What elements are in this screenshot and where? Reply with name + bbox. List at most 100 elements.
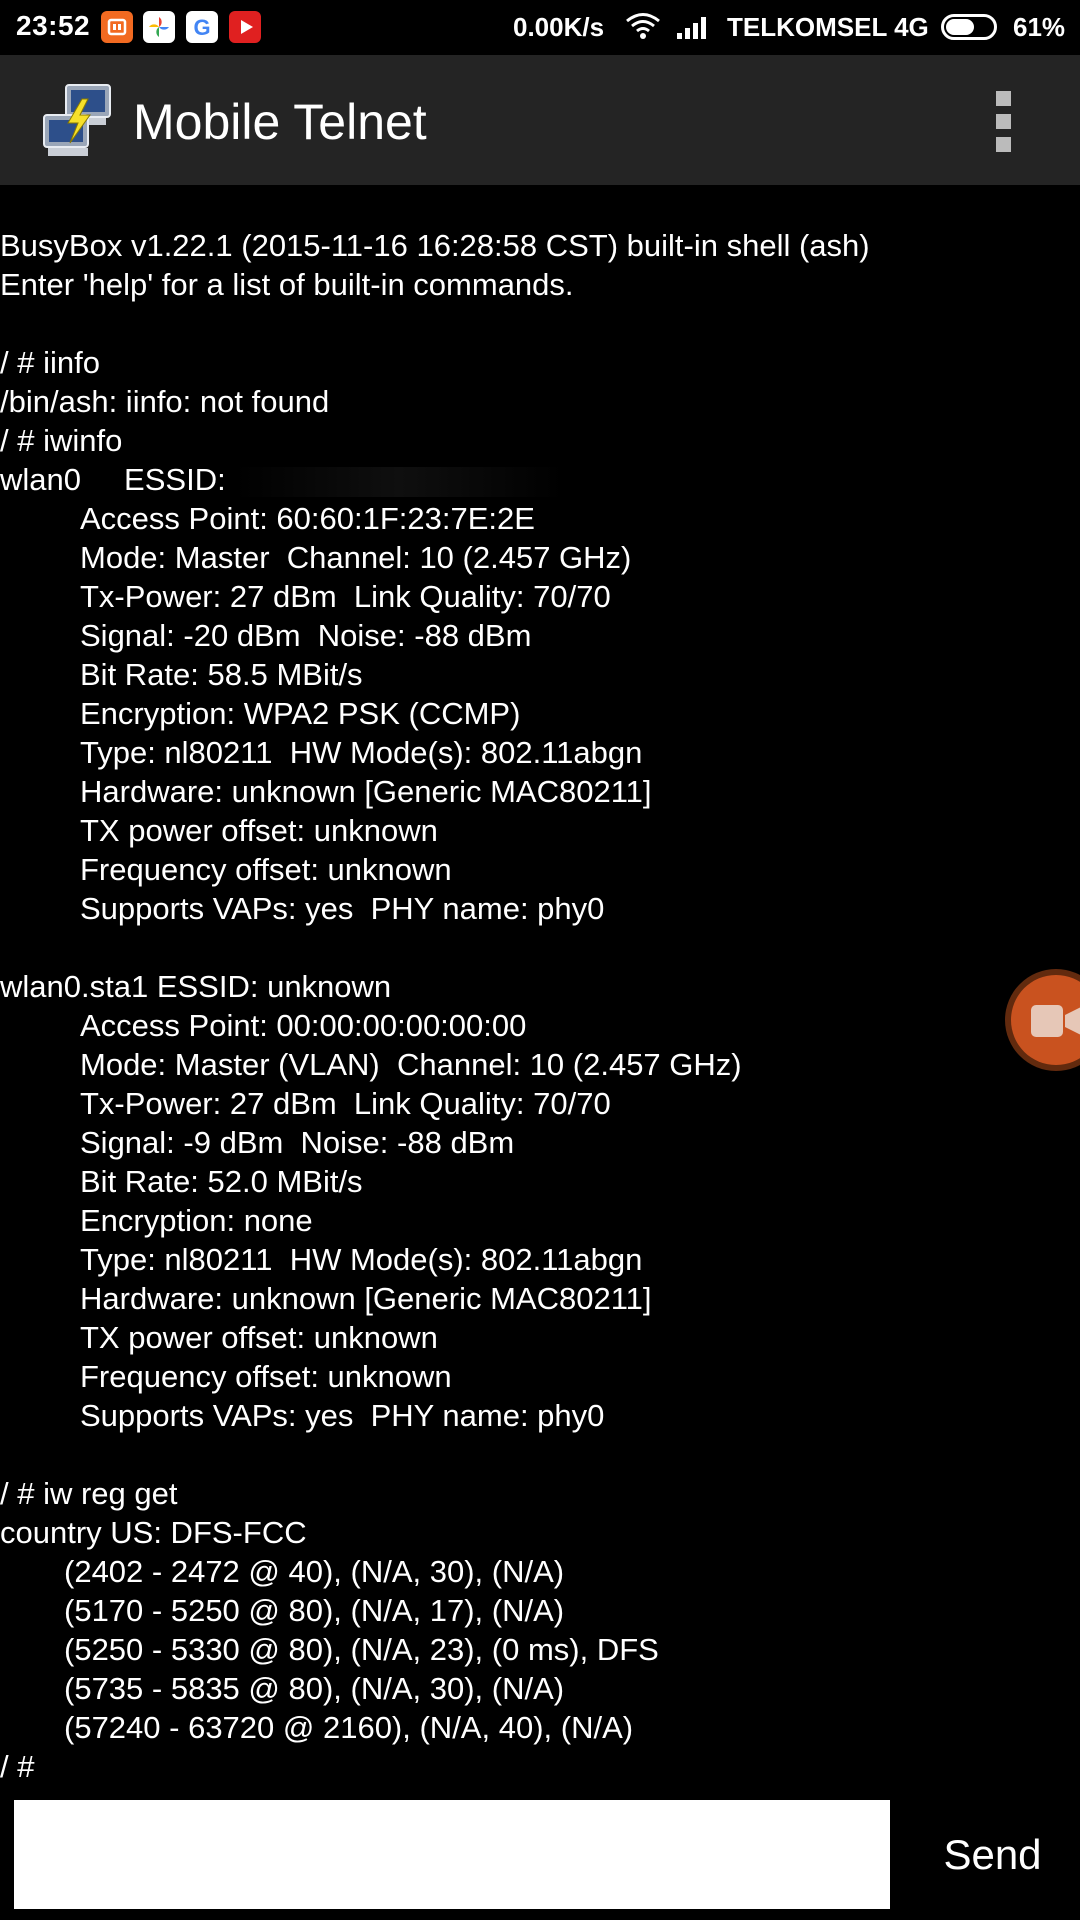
terminal-line: Type: nl80211 HW Mode(s): 802.11abgn — [0, 733, 1080, 772]
terminal-line: Enter 'help' for a list of built-in comm… — [0, 265, 1080, 304]
terminal-line: Supports VAPs: yes PHY name: phy0 — [0, 889, 1080, 928]
terminal-line-text: BusyBox v1.22.1 (2015-11-16 16:28:58 CST… — [0, 228, 870, 263]
terminal-line: Signal: -9 dBm Noise: -88 dBm — [0, 1123, 1080, 1162]
terminal-line-text: Supports VAPs: yes PHY name: phy0 — [80, 891, 605, 926]
terminal-line-text: Frequency offset: unknown — [80, 852, 452, 887]
google-icon: G — [186, 11, 218, 43]
terminal-line: Supports VAPs: yes PHY name: phy0 — [0, 1396, 1080, 1435]
terminal-line-text: (2402 - 2472 @ 40), (N/A, 30), (N/A) — [64, 1554, 565, 1589]
terminal-line: TX power offset: unknown — [0, 1318, 1080, 1357]
terminal-line: (2402 - 2472 @ 40), (N/A, 30), (N/A) — [0, 1552, 1080, 1591]
terminal-line: / # — [0, 1747, 1080, 1786]
terminal-line: BusyBox v1.22.1 (2015-11-16 16:28:58 CST… — [0, 226, 1080, 265]
terminal-line-text: country US: DFS-FCC — [0, 1515, 307, 1550]
terminal-line: Tx-Power: 27 dBm Link Quality: 70/70 — [0, 1084, 1080, 1123]
terminal-line-text: Hardware: unknown [Generic MAC80211] — [80, 774, 652, 809]
network-computers-icon — [38, 81, 118, 161]
terminal-line-text: Encryption: none — [80, 1203, 313, 1238]
command-input[interactable] — [14, 1800, 890, 1909]
terminal-line: / # iinfo — [0, 343, 1080, 382]
terminal-line-text: wlan0 ESSID: — [0, 462, 235, 497]
app-bar: Mobile Telnet — [0, 55, 1080, 185]
terminal-line: Access Point: 00:00:00:00:00:00 — [0, 1006, 1080, 1045]
terminal-line-text: Type: nl80211 HW Mode(s): 802.11abgn — [80, 735, 643, 770]
terminal-line-text: /bin/ash: iinfo: not found — [0, 384, 330, 419]
terminal-line-text: Type: nl80211 HW Mode(s): 802.11abgn — [80, 1242, 643, 1277]
terminal-line-text: (5250 - 5330 @ 80), (N/A, 23), (0 ms), D… — [64, 1632, 659, 1667]
google-photos-icon — [143, 11, 175, 43]
terminal-line-text: / # iinfo — [0, 345, 100, 380]
carrier-name: TELKOMSEL 4G — [727, 12, 929, 42]
wifi-icon — [625, 12, 661, 45]
terminal-line: /bin/ash: iinfo: not found — [0, 382, 1080, 421]
terminal-line-text: Bit Rate: 52.0 MBit/s — [80, 1164, 363, 1199]
terminal-line: Hardware: unknown [Generic MAC80211] — [0, 772, 1080, 811]
terminal-line: Encryption: WPA2 PSK (CCMP) — [0, 694, 1080, 733]
terminal-line: wlan0 ESSID: — [0, 460, 1080, 499]
terminal-line-text: Access Point: 00:00:00:00:00:00 — [80, 1008, 527, 1043]
svg-text:G: G — [193, 15, 210, 40]
terminal-line-text: wlan0.sta1 ESSID: unknown — [0, 969, 392, 1004]
terminal-line-text: (5735 - 5835 @ 80), (N/A, 30), (N/A) — [64, 1671, 565, 1706]
terminal-line-text: Supports VAPs: yes PHY name: phy0 — [80, 1398, 605, 1433]
battery-percent: 61% — [1013, 12, 1066, 42]
terminal-line: Mode: Master (VLAN) Channel: 10 (2.457 G… — [0, 1045, 1080, 1084]
mi-icon — [101, 11, 133, 43]
terminal-line: Encryption: none — [0, 1201, 1080, 1240]
overflow-menu-icon[interactable] — [984, 91, 1024, 153]
terminal-line-text: Hardware: unknown [Generic MAC80211] — [80, 1281, 652, 1316]
terminal-line: Bit Rate: 52.0 MBit/s — [0, 1162, 1080, 1201]
terminal-line: (5170 - 5250 @ 80), (N/A, 17), (N/A) — [0, 1591, 1080, 1630]
send-button[interactable]: Send — [905, 1800, 1080, 1909]
terminal-line: Type: nl80211 HW Mode(s): 802.11abgn — [0, 1240, 1080, 1279]
app-title: Mobile Telnet — [133, 94, 427, 150]
terminal-line-text: Frequency offset: unknown — [80, 1359, 452, 1394]
terminal-line: Signal: -20 dBm Noise: -88 dBm — [0, 616, 1080, 655]
command-input-bar: Send — [0, 1795, 1080, 1920]
status-time: 23:52 — [16, 10, 91, 41]
terminal-line-text: / # iwinfo — [0, 423, 123, 458]
terminal-line: country US: DFS-FCC — [0, 1513, 1080, 1552]
terminal-line-text: TX power offset: unknown — [80, 1320, 438, 1355]
terminal-line: Hardware: unknown [Generic MAC80211] — [0, 1279, 1080, 1318]
terminal-line: Tx-Power: 27 dBm Link Quality: 70/70 — [0, 577, 1080, 616]
terminal-line: / # iwinfo — [0, 421, 1080, 460]
battery-level — [946, 19, 974, 35]
terminal-line-text: / # — [0, 1749, 35, 1784]
terminal-line-text: Enter 'help' for a list of built-in comm… — [0, 267, 574, 302]
cell-signal-icon — [675, 13, 711, 46]
terminal-line: Access Point: 60:60:1F:23:7E:2E — [0, 499, 1080, 538]
terminal-line-text: Tx-Power: 27 dBm Link Quality: 70/70 — [80, 579, 611, 614]
terminal-line: Frequency offset: unknown — [0, 850, 1080, 889]
youtube-icon — [229, 11, 261, 43]
terminal-line-text: Signal: -20 dBm Noise: -88 dBm — [80, 618, 532, 653]
terminal-line-text: Access Point: 60:60:1F:23:7E:2E — [80, 501, 535, 536]
terminal-line: Frequency offset: unknown — [0, 1357, 1080, 1396]
terminal-line-text: Mode: Master Channel: 10 (2.457 GHz) — [80, 540, 632, 575]
redacted-essid — [234, 466, 565, 497]
terminal-line-text: Signal: -9 dBm Noise: -88 dBm — [80, 1125, 515, 1160]
terminal-line: (5735 - 5835 @ 80), (N/A, 30), (N/A) — [0, 1669, 1080, 1708]
terminal-line: TX power offset: unknown — [0, 811, 1080, 850]
terminal-line-text: Encryption: WPA2 PSK (CCMP) — [80, 696, 521, 731]
terminal-line: (57240 - 63720 @ 2160), (N/A, 40), (N/A) — [0, 1708, 1080, 1747]
terminal-line-text: / # iw reg get — [0, 1476, 178, 1511]
terminal-line: Mode: Master Channel: 10 (2.457 GHz) — [0, 538, 1080, 577]
status-bar: 23:52 G 0.00K/s TELKOMSEL 4G 61% — [0, 0, 1080, 55]
terminal-line-text: Mode: Master (VLAN) Channel: 10 (2.457 G… — [80, 1047, 742, 1082]
battery-icon — [941, 14, 997, 40]
terminal-line-text: (5170 - 5250 @ 80), (N/A, 17), (N/A) — [64, 1593, 565, 1628]
terminal-line: wlan0.sta1 ESSID: unknown — [0, 967, 1080, 1006]
mobile-telnet-screen: 23:52 G 0.00K/s TELKOMSEL 4G 61% Mobile … — [0, 0, 1080, 1920]
terminal-line: (5250 - 5330 @ 80), (N/A, 23), (0 ms), D… — [0, 1630, 1080, 1669]
terminal-line-text: Bit Rate: 58.5 MBit/s — [80, 657, 363, 692]
terminal-line-text: Tx-Power: 27 dBm Link Quality: 70/70 — [80, 1086, 611, 1121]
terminal-line: / # iw reg get — [0, 1474, 1080, 1513]
terminal-line-text: (57240 - 63720 @ 2160), (N/A, 40), (N/A) — [64, 1710, 634, 1745]
terminal-output[interactable]: BusyBox v1.22.1 (2015-11-16 16:28:58 CST… — [0, 226, 1080, 1791]
video-camera-icon — [1029, 1003, 1080, 1044]
terminal-line: Bit Rate: 58.5 MBit/s — [0, 655, 1080, 694]
